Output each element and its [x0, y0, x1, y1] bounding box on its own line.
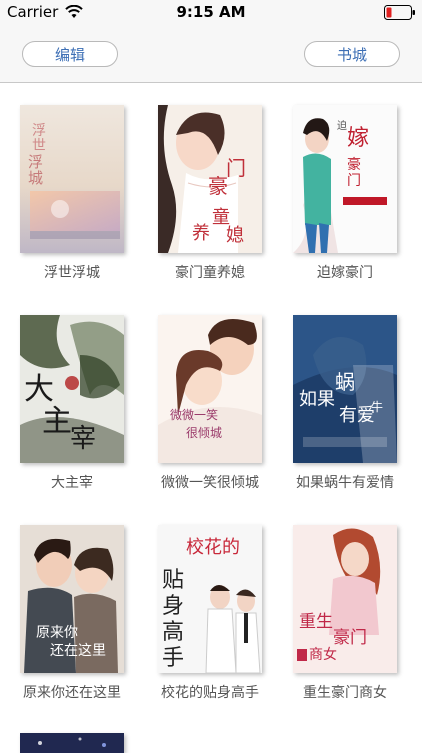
svg-text:商女: 商女: [309, 646, 337, 663]
svg-text:门: 门: [347, 173, 361, 189]
book-title: 校花的贴身高手: [161, 685, 259, 701]
svg-text:高: 高: [162, 620, 184, 645]
book-item[interactable]: 校花的 贴 身 高 手 校花的贴身高手: [156, 525, 264, 702]
book-title: 浮世浮城: [44, 265, 100, 281]
svg-text:嫁: 嫁: [347, 126, 369, 151]
svg-text:豪门: 豪门: [333, 627, 367, 648]
svg-text:主: 主: [42, 404, 72, 439]
book-cover: 原来你 还在这里: [20, 525, 124, 673]
book-shelf: 浮 世 浮 城 浮世浮城 豪 门 童 养 媳 豪门童养媳 嫁 豪 门 迫 迫嫁豪…: [0, 83, 422, 753]
svg-text:迫: 迫: [337, 119, 347, 132]
svg-text:养: 养: [192, 223, 210, 244]
book-title: 大主宰: [51, 475, 93, 491]
svg-text:门: 门: [226, 156, 246, 180]
book-cover: 嫁 豪 门 迫: [293, 105, 397, 253]
book-title: 迫嫁豪门: [317, 265, 373, 281]
book-cover: 浮 世 浮 城: [20, 105, 124, 253]
book-item[interactable]: 浮 世 浮 城 浮世浮城: [18, 105, 126, 282]
svg-text:豪: 豪: [347, 157, 361, 173]
status-bar: Carrier 9:15 AM: [0, 0, 422, 26]
nav-bar: 编辑 书城: [0, 26, 422, 83]
svg-text:手: 手: [162, 646, 184, 671]
book-title: 豪门童养媳: [175, 265, 245, 281]
book-item[interactable]: 如果 蜗 有爱 牛 如果蜗牛有爱情: [291, 315, 399, 492]
book-title: 原来你还在这里: [23, 685, 121, 701]
book-item[interactable]: [18, 733, 126, 753]
book-item[interactable]: 嫁 豪 门 迫 迫嫁豪门: [291, 105, 399, 282]
svg-text:很倾城: 很倾城: [186, 426, 222, 440]
book-item[interactable]: 原来你 还在这里 原来你还在这里: [18, 525, 126, 702]
book-item[interactable]: 大 主 宰 大主宰: [18, 315, 126, 492]
svg-text:还在这里: 还在这里: [50, 642, 106, 659]
svg-text:校花的: 校花的: [186, 537, 240, 558]
svg-text:牛: 牛: [371, 399, 383, 414]
svg-text:重生: 重生: [299, 612, 333, 632]
svg-text:大: 大: [24, 372, 54, 407]
svg-text:有爱: 有爱: [339, 405, 375, 426]
book-cover: 如果 蜗 有爱 牛: [293, 315, 397, 463]
book-cover: 大 主 宰: [20, 315, 124, 463]
book-cover: [20, 733, 124, 753]
svg-text:城: 城: [28, 169, 43, 187]
svg-text:浮: 浮: [32, 123, 46, 139]
battery-icon: [384, 5, 415, 20]
svg-text:原来你: 原来你: [36, 625, 78, 641]
svg-text:贴: 贴: [162, 568, 184, 593]
book-cover: 重生 豪门 商女: [293, 525, 397, 673]
book-item[interactable]: 豪 门 童 养 媳 豪门童养媳: [156, 105, 264, 282]
status-right: [384, 5, 416, 20]
bookstore-button[interactable]: 书城: [304, 41, 400, 67]
svg-text:世: 世: [32, 138, 46, 154]
svg-text:微微一笑: 微微一笑: [170, 407, 218, 422]
svg-text:媳: 媳: [226, 225, 244, 246]
book-title: 如果蜗牛有爱情: [296, 475, 394, 491]
svg-text:豪: 豪: [208, 174, 228, 198]
book-title: 重生豪门商女: [303, 685, 387, 701]
book-item[interactable]: 微微一笑 很倾城 微微一笑很倾城: [156, 315, 264, 492]
book-item[interactable]: 重生 豪门 商女 重生豪门商女: [291, 525, 399, 702]
svg-text:蜗: 蜗: [335, 370, 355, 394]
book-cover: 豪 门 童 养 媳: [158, 105, 262, 253]
status-time: 9:15 AM: [176, 3, 246, 21]
book-cover: 微微一笑 很倾城: [158, 315, 262, 463]
svg-text:身: 身: [162, 594, 184, 619]
svg-text:如果: 如果: [299, 389, 335, 410]
edit-button[interactable]: 编辑: [22, 41, 118, 67]
book-cover: 校花的 贴 身 高 手: [158, 525, 262, 673]
book-title: 微微一笑很倾城: [161, 475, 259, 491]
svg-text:宰: 宰: [70, 424, 96, 454]
